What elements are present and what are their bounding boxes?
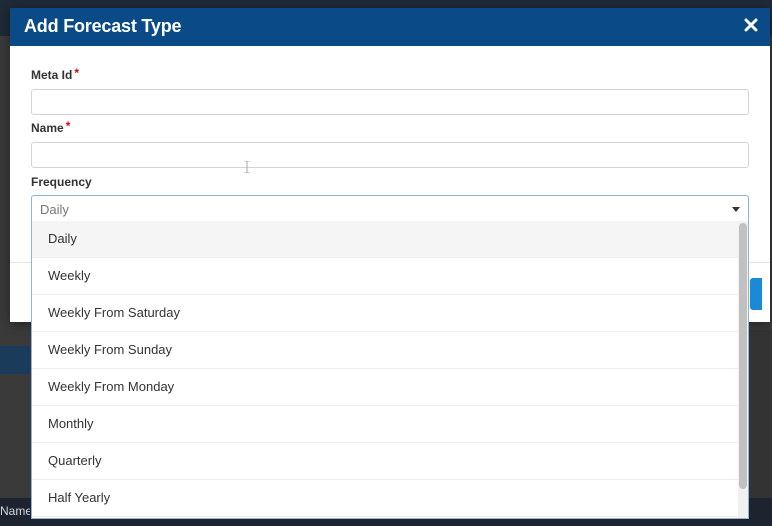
- frequency-option-daily[interactable]: Daily: [32, 221, 738, 258]
- frequency-selected-value: Daily: [40, 202, 69, 217]
- meta-id-label-text: Meta Id: [31, 68, 73, 82]
- required-marker: *: [74, 66, 80, 80]
- frequency-option-weekly[interactable]: Weekly: [32, 258, 738, 295]
- modal-header: Add Forecast Type: [10, 8, 770, 46]
- scrollbar-thumb[interactable]: [739, 223, 747, 489]
- frequency-select[interactable]: Daily: [31, 195, 749, 222]
- frequency-option-monthly[interactable]: Monthly: [32, 406, 738, 443]
- name-input[interactable]: [31, 142, 749, 168]
- frequency-option-weekly-from-monday[interactable]: Weekly From Monday: [32, 369, 738, 406]
- frequency-option-weekly-from-saturday[interactable]: Weekly From Saturday: [32, 295, 738, 332]
- close-icon[interactable]: [740, 14, 762, 36]
- meta-id-input[interactable]: [31, 89, 749, 115]
- modal-title: Add Forecast Type: [24, 16, 182, 36]
- frequency-option-weekly-from-sunday[interactable]: Weekly From Sunday: [32, 332, 738, 369]
- frequency-label: Frequency: [31, 175, 92, 189]
- frequency-label-text: Frequency: [31, 175, 92, 189]
- frequency-dropdown-list: Daily Weekly Weekly From Saturday Weekly…: [31, 221, 749, 519]
- caret-down-icon: [732, 207, 740, 212]
- meta-id-label: Meta Id *: [31, 66, 80, 82]
- dropdown-scrollbar[interactable]: [738, 221, 748, 518]
- required-marker: *: [65, 119, 71, 133]
- background-column-header: Name: [0, 504, 30, 518]
- save-button[interactable]: [750, 278, 762, 310]
- frequency-option-quarterly[interactable]: Quarterly: [32, 443, 738, 480]
- name-label: Name *: [31, 119, 71, 135]
- text-cursor-icon: [244, 160, 250, 174]
- background-sidebar-strip: [0, 346, 30, 374]
- frequency-option-half-yearly[interactable]: Half Yearly: [32, 480, 738, 517]
- name-label-text: Name: [31, 121, 64, 135]
